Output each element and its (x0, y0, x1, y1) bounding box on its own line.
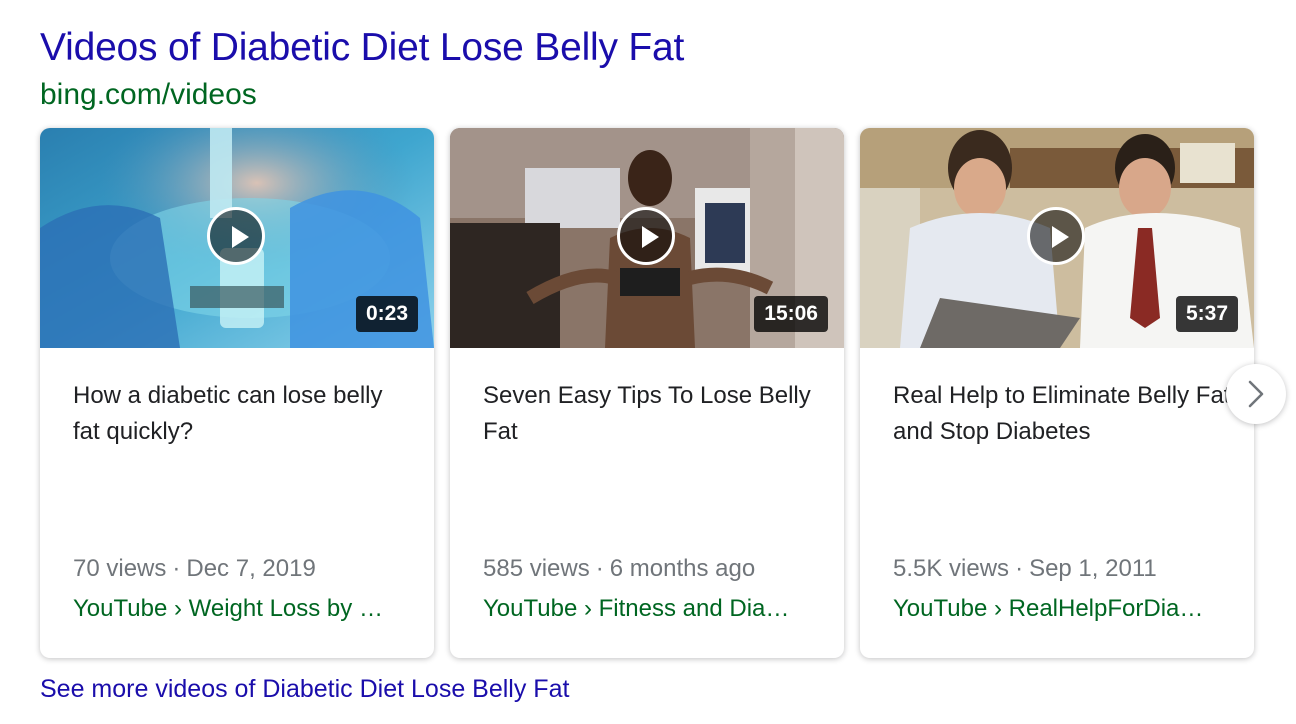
meta-separator: · (172, 555, 181, 582)
video-thumbnail[interactable]: 15:06 (450, 128, 844, 348)
view-count: 585 views (483, 555, 590, 582)
video-card[interactable]: 0:23 How a diabetic can lose belly fat q… (40, 128, 434, 658)
video-title[interactable]: Real Help to Eliminate Belly Fat and Sto… (893, 378, 1233, 450)
play-icon[interactable] (207, 207, 265, 265)
video-meta: 5.5K views · Sep 1, 2011 (893, 552, 1233, 586)
video-thumbnail[interactable]: 0:23 (40, 128, 434, 348)
view-count: 5.5K views (893, 555, 1010, 582)
video-duration: 0:23 (355, 296, 418, 332)
video-source-breadcrumb[interactable]: YouTube › RealHelpForDia… (893, 592, 1223, 626)
upload-date: 6 months ago (609, 555, 756, 582)
meta-separator: · (595, 555, 604, 582)
play-icon[interactable] (1027, 207, 1085, 265)
meta-separator: · (1015, 555, 1024, 582)
video-card[interactable]: 15:06 Seven Easy Tips To Lose Belly Fat … (450, 128, 844, 658)
video-results-block: Videos of Diabetic Diet Lose Belly Fat b… (0, 0, 1296, 724)
source-url: bing.com/videos (40, 78, 257, 111)
carousel-next-button[interactable] (1226, 364, 1286, 424)
video-source-breadcrumb[interactable]: YouTube › Weight Loss by … (73, 592, 403, 626)
video-carousel: 0:23 How a diabetic can lose belly fat q… (40, 128, 1256, 658)
video-duration: 5:37 (1175, 296, 1238, 332)
video-meta: 585 views · 6 months ago (483, 552, 823, 586)
video-thumbnail[interactable]: 5:37 (860, 128, 1254, 348)
see-more-videos-link[interactable]: See more videos of Diabetic Diet Lose Be… (40, 673, 569, 705)
video-meta: 70 views · Dec 7, 2019 (73, 552, 413, 586)
chevron-right-icon (1248, 380, 1264, 408)
video-title[interactable]: How a diabetic can lose belly fat quickl… (73, 378, 413, 450)
upload-date: Dec 7, 2019 (186, 555, 316, 582)
video-title[interactable]: Seven Easy Tips To Lose Belly Fat (483, 378, 823, 450)
video-duration: 15:06 (754, 296, 828, 332)
video-source-breadcrumb[interactable]: YouTube › Fitness and Dia… (483, 592, 813, 626)
upload-date: Sep 1, 2011 (1029, 555, 1157, 582)
videos-heading-link[interactable]: Videos of Diabetic Diet Lose Belly Fat (40, 24, 684, 72)
video-card[interactable]: 5:37 Real Help to Eliminate Belly Fat an… (860, 128, 1254, 658)
view-count: 70 views (73, 555, 167, 582)
play-icon[interactable] (617, 207, 675, 265)
